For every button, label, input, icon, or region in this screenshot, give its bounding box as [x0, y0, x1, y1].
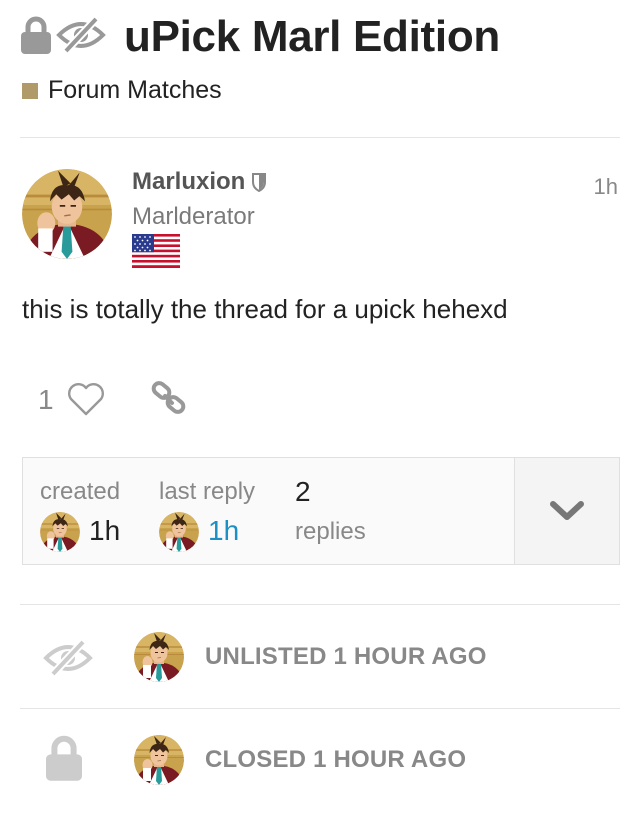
username-text: Marluxion — [132, 168, 246, 195]
page-title[interactable]: uPick Marl Edition — [124, 12, 500, 62]
expand-summary-button[interactable] — [514, 458, 619, 564]
created-time: 1h — [89, 515, 121, 546]
category-color-swatch — [22, 82, 38, 99]
divider — [20, 604, 620, 605]
lock-icon — [44, 734, 84, 787]
chevron-down-icon — [549, 500, 585, 522]
unlisted-eye-icon — [38, 638, 98, 683]
post-time[interactable]: 1h — [594, 174, 618, 200]
event-unlisted-text: UNLISTED 1 HOUR AGO — [205, 643, 487, 670]
shield-icon — [251, 172, 267, 192]
heart-icon[interactable] — [66, 381, 106, 422]
divider — [20, 137, 620, 138]
post-body: this is totally the thread for a upick h… — [22, 294, 508, 324]
topic-header: uPick Marl Edition — [20, 12, 500, 62]
category-badge[interactable]: Forum Matches — [22, 76, 222, 105]
divider — [20, 708, 620, 709]
last-reply-label: last reply — [159, 478, 256, 505]
event-closed-text: CLOSED 1 HOUR AGO — [205, 746, 467, 773]
post-avatar[interactable] — [22, 169, 112, 259]
last-reply-avatar[interactable] — [159, 512, 199, 552]
event-avatar[interactable] — [134, 632, 184, 682]
link-icon[interactable] — [150, 381, 188, 420]
category-label: Forum Matches — [48, 76, 222, 104]
unlisted-eye-icon — [56, 15, 106, 60]
us-flag-icon — [132, 234, 180, 273]
replies-label: replies — [295, 518, 366, 545]
user-title: Marlderator — [132, 203, 255, 230]
post-username[interactable]: Marluxion — [132, 168, 267, 196]
like-count[interactable]: 1 — [38, 384, 54, 416]
lock-icon — [20, 15, 52, 60]
event-avatar[interactable] — [134, 735, 184, 785]
replies-count: 2 — [295, 476, 311, 507]
last-reply-time[interactable]: 1h — [208, 515, 239, 547]
created-avatar[interactable] — [40, 512, 80, 552]
topic-summary: created 1h last reply 1h 2 replies — [22, 457, 620, 565]
created-label: created — [40, 478, 121, 505]
